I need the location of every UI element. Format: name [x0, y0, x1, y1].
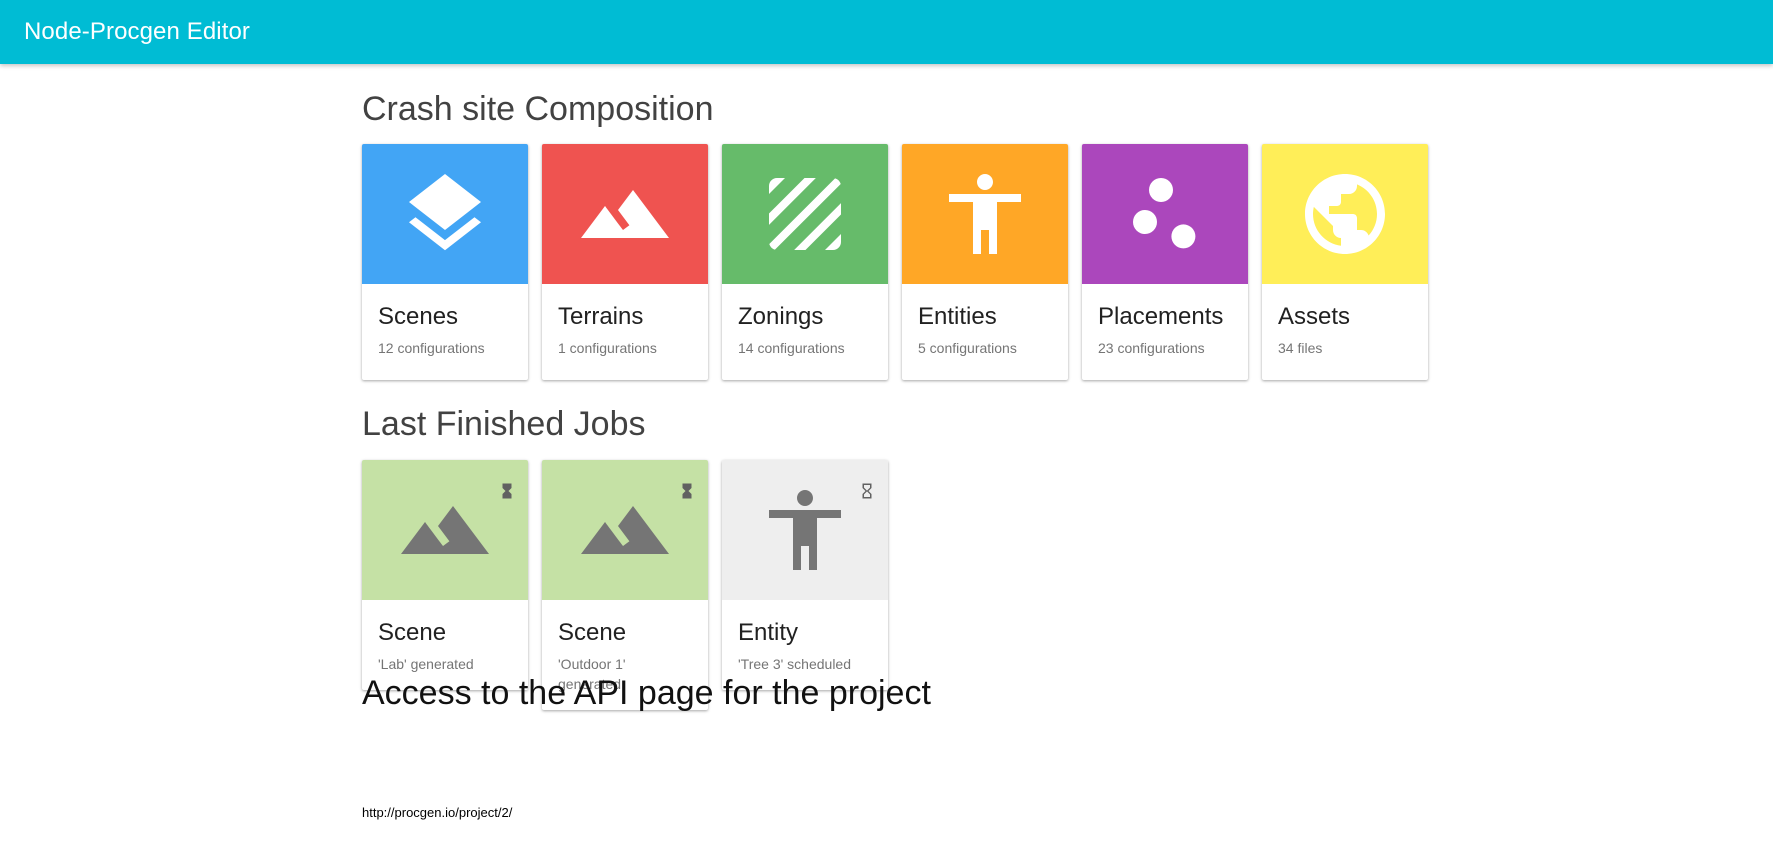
- accessibility-icon: [949, 174, 1021, 254]
- card-body: Terrains 1 configurations: [542, 284, 708, 380]
- card-media: [1082, 144, 1248, 284]
- card-title: Assets: [1278, 303, 1351, 330]
- card-subtitle: 1 configurations: [558, 340, 657, 357]
- card-body: Zonings 14 configurations: [722, 284, 888, 380]
- card-media: [362, 460, 528, 600]
- app-bar: Node-Procgen Editor: [0, 0, 1773, 64]
- card-body: Entities 5 configurations: [902, 284, 1068, 380]
- card-title: Scene: [558, 619, 627, 646]
- card-title: Terrains: [558, 303, 644, 330]
- jobs-title: Last Finished Jobs: [362, 405, 646, 443]
- card-media: [542, 144, 708, 284]
- accessibility-icon: [769, 490, 841, 570]
- layers-icon: [409, 174, 481, 251]
- card-subtitle: 12 configurations: [378, 340, 485, 357]
- scatter-icon: [1133, 178, 1196, 249]
- card-title: Zonings: [738, 303, 824, 330]
- terrain-icon: [401, 506, 489, 554]
- card-title: Entity: [738, 619, 799, 646]
- texture-icon: [769, 178, 841, 250]
- job-card[interactable]: Scene 'Outdoor 1' generated: [542, 460, 708, 711]
- job-card[interactable]: Scene 'Lab' generated: [362, 460, 528, 691]
- card-subtitle: 23 configurations: [1098, 340, 1205, 357]
- card-subtitle: 'Tree 3' scheduled: [738, 656, 852, 673]
- composition-grid: Scenes 12 configurations Terrains 1 conf…: [362, 144, 1428, 380]
- hourglass-full-icon: [502, 483, 512, 499]
- job-card[interactable]: Entity 'Tree 3' scheduled: [722, 460, 888, 691]
- placements-card[interactable]: Placements 23 configurations: [1082, 144, 1248, 380]
- card-subtitle: 14 configurations: [738, 340, 845, 357]
- zonings-card[interactable]: Zonings 14 configurations: [722, 144, 888, 380]
- api-title: Access to the API page for the project: [362, 674, 931, 712]
- card-subtitle: 5 configurations: [918, 340, 1017, 357]
- entities-card[interactable]: Entities 5 configurations: [902, 144, 1068, 380]
- card-media: [722, 460, 888, 600]
- jobs-grid: Scene 'Lab' generated Scene 'Outdoor 1' …: [362, 460, 888, 711]
- card-media: [362, 144, 528, 284]
- hourglass-empty-icon: [862, 483, 872, 499]
- terrains-card[interactable]: Terrains 1 configurations: [542, 144, 708, 380]
- card-media: [722, 144, 888, 284]
- card-title: Scenes: [378, 303, 459, 330]
- scenes-card[interactable]: Scenes 12 configurations: [362, 144, 528, 380]
- card-media: [902, 144, 1068, 284]
- card-title: Placements: [1098, 303, 1224, 330]
- terrain-icon: [581, 506, 669, 554]
- card-title: Scene: [378, 619, 447, 646]
- api-link[interactable]: http://procgen.io/project/2/: [362, 805, 512, 820]
- globe-icon: [1305, 174, 1385, 254]
- card-subtitle: 34 files: [1278, 340, 1323, 357]
- card-title: Entities: [918, 303, 997, 330]
- card-body: Placements 23 configurations: [1082, 284, 1248, 380]
- app-title: Node-Procgen Editor: [24, 18, 251, 45]
- card-subtitle: 'Lab' generated: [378, 656, 474, 673]
- card-media: [542, 460, 708, 600]
- terrain-icon: [581, 190, 669, 238]
- card-body: Assets 34 files: [1262, 284, 1428, 380]
- card-body: Scenes 12 configurations: [362, 284, 528, 380]
- assets-card[interactable]: Assets 34 files: [1262, 144, 1428, 380]
- hourglass-full-icon: [682, 483, 692, 499]
- composition-title: Crash site Composition: [362, 90, 714, 128]
- card-media: [1262, 144, 1428, 284]
